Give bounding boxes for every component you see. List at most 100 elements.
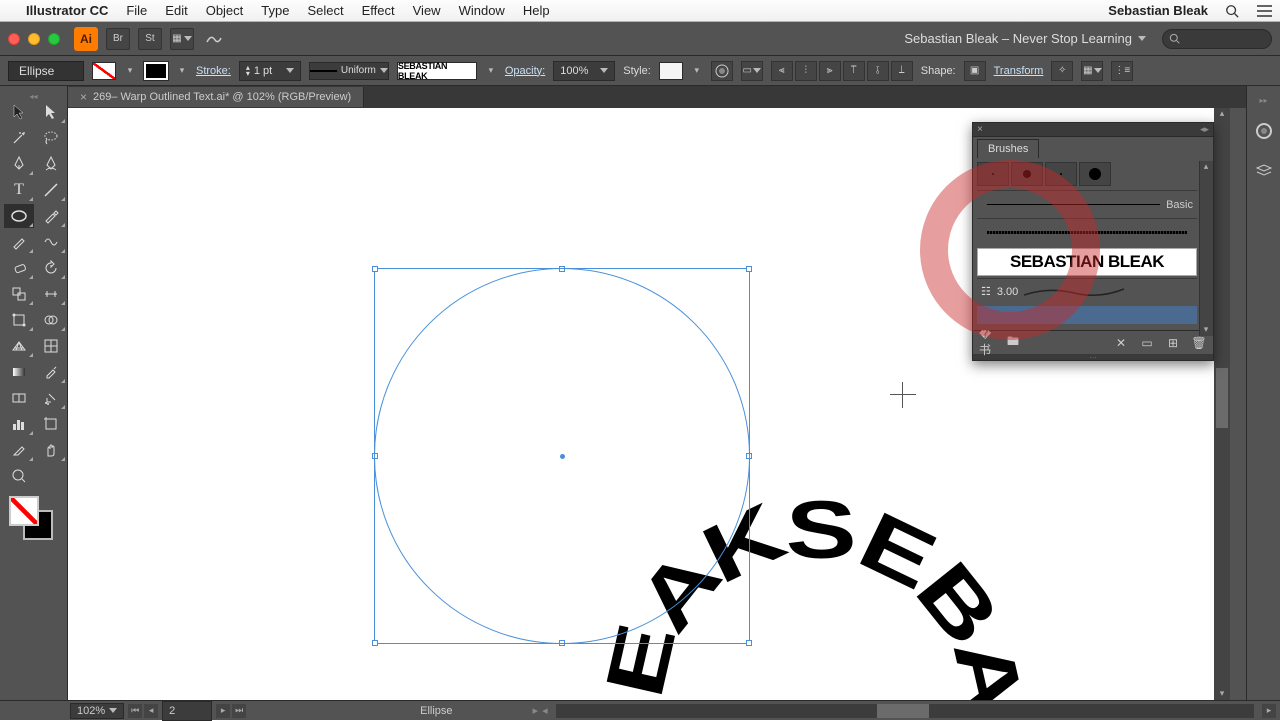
brush-dropdown-icon[interactable]: ▾	[485, 65, 497, 76]
last-artboard-button[interactable]: ⏭	[232, 704, 246, 718]
artboard-tool[interactable]	[36, 412, 66, 436]
spotlight-icon[interactable]	[1224, 3, 1240, 19]
search-field[interactable]	[1162, 29, 1272, 49]
delete-brush-icon[interactable]: 🗑	[1191, 335, 1207, 351]
menu-object[interactable]: Object	[206, 3, 244, 18]
workspace-name[interactable]: Sebastian Bleak – Never Stop Learning	[904, 31, 1132, 46]
minimize-window-button[interactable]	[28, 33, 40, 45]
pencil-tool[interactable]	[4, 230, 34, 254]
close-tab-icon[interactable]: ×	[80, 90, 87, 104]
menu-file[interactable]: File	[126, 3, 147, 18]
fullscreen-window-button[interactable]	[48, 33, 60, 45]
perspective-tool[interactable]	[4, 334, 34, 358]
text-art-brush[interactable]: SEBASTIAN BLEAK	[977, 248, 1197, 276]
panel-scroll-up-icon[interactable]: ▴	[1200, 161, 1212, 173]
align-bottom-button[interactable]: ⟘	[891, 61, 913, 81]
libraries-menu-icon[interactable]: 🖿	[1005, 335, 1021, 351]
user-name[interactable]: Sebastian Bleak	[1108, 3, 1208, 18]
menu-type[interactable]: Type	[261, 3, 289, 18]
gradient-tool[interactable]	[4, 360, 34, 384]
eyedropper-tool[interactable]	[36, 360, 66, 384]
stroke-swatch[interactable]	[144, 62, 168, 80]
selected-brush-row[interactable]	[977, 306, 1197, 324]
align-top-button[interactable]: ⟙	[843, 61, 865, 81]
stock-button[interactable]: St	[138, 28, 162, 50]
hand-tool[interactable]	[36, 438, 66, 462]
recolor-button[interactable]	[711, 61, 733, 81]
panel-scrollbar[interactable]: ▴ ▾	[1199, 161, 1213, 336]
menu-select[interactable]: Select	[307, 3, 343, 18]
selection-handle[interactable]	[372, 266, 378, 272]
free-transform-tool[interactable]	[4, 308, 34, 332]
fill-swatch[interactable]	[92, 62, 116, 80]
more-options-button[interactable]: ⋮≡	[1111, 61, 1133, 81]
panel-close-icon[interactable]: ×	[977, 124, 983, 135]
selection-tool[interactable]	[4, 100, 34, 124]
pen-tool[interactable]	[4, 152, 34, 176]
selection-handle[interactable]	[746, 266, 752, 272]
brush-tip-1[interactable]	[977, 162, 1009, 186]
fill-color-swatch[interactable]	[9, 496, 39, 526]
magic-wand-tool[interactable]	[4, 126, 34, 150]
align-right-button[interactable]: ⫸	[819, 61, 841, 81]
horizontal-scrollbar[interactable]	[556, 704, 1254, 718]
slice-tool[interactable]	[4, 438, 34, 462]
gpu-button[interactable]	[202, 28, 226, 50]
artwork[interactable]: SEBASTIANBLEAK	[318, 168, 818, 668]
prev-artboard-button[interactable]: ◂	[144, 704, 158, 718]
panel-scroll-down-icon[interactable]: ▾	[1200, 324, 1212, 336]
curvature-tool[interactable]	[36, 152, 66, 176]
opacity-field[interactable]: 100%	[553, 61, 615, 81]
paintbrush-tool[interactable]	[36, 204, 66, 228]
next-artboard-button[interactable]: ▸	[216, 704, 230, 718]
panel-collapse-icon[interactable]: ◂▸	[1200, 124, 1209, 135]
column-graph-tool[interactable]	[4, 412, 34, 436]
artboard-number-field[interactable]: 2	[162, 701, 212, 721]
menu-help[interactable]: Help	[523, 3, 550, 18]
align-left-button[interactable]: ⫷	[771, 61, 793, 81]
selection-handle[interactable]	[746, 640, 752, 646]
arrange-docs-button[interactable]: ▦	[170, 28, 194, 50]
blend-tool[interactable]	[4, 386, 34, 410]
scroll-up-arrow[interactable]: ▴	[1216, 108, 1228, 120]
bridge-button[interactable]: Br	[106, 28, 130, 50]
shape-builder-tool[interactable]	[36, 308, 66, 332]
type-tool[interactable]: T	[4, 178, 34, 202]
vertical-scrollbar[interactable]: ▴ ▾	[1214, 108, 1230, 700]
remove-stroke-icon[interactable]: ✕	[1113, 335, 1129, 351]
menu-window[interactable]: Window	[459, 3, 505, 18]
scale-tool[interactable]	[4, 282, 34, 306]
graphic-style-swatch[interactable]	[659, 62, 683, 80]
brush-tip-3[interactable]	[1045, 162, 1077, 186]
zoom-tool[interactable]	[4, 464, 34, 488]
shaper-tool[interactable]	[36, 230, 66, 254]
isolate-button[interactable]: ✧	[1051, 61, 1073, 81]
status-menu-icon[interactable]: ▸	[533, 704, 539, 717]
shape-options-button[interactable]: ▣	[964, 61, 986, 81]
scroll-right-arrow[interactable]: ▸	[1262, 704, 1276, 718]
line-tool[interactable]	[36, 178, 66, 202]
stroke-profile-dropdown[interactable]: Uniform	[309, 62, 389, 80]
edit-button[interactable]: ▦	[1081, 61, 1103, 81]
mesh-tool[interactable]	[36, 334, 66, 358]
brush-size-value[interactable]: 3.00	[997, 286, 1018, 298]
workspace-dropdown-icon[interactable]	[1138, 36, 1146, 41]
brush-tip-4[interactable]	[1079, 162, 1111, 186]
first-artboard-button[interactable]: ⏮	[128, 704, 142, 718]
scroll-down-arrow[interactable]: ▾	[1216, 688, 1228, 700]
ellipse-tool[interactable]	[4, 204, 34, 228]
panel-resize-grip[interactable]: ⋯	[973, 354, 1213, 360]
style-dropdown-icon[interactable]: ▾	[691, 65, 703, 76]
horizontal-scroll-thumb[interactable]	[877, 704, 929, 718]
align-middle-button[interactable]: ⫱	[867, 61, 889, 81]
app-name[interactable]: Illustrator CC	[26, 3, 108, 18]
vertical-scroll-thumb[interactable]	[1216, 368, 1228, 428]
zoom-field[interactable]: 102%	[70, 703, 124, 719]
eraser-tool[interactable]	[4, 256, 34, 280]
transform-link[interactable]: Transform	[994, 65, 1044, 77]
new-brush-icon[interactable]: ⊞	[1165, 335, 1181, 351]
align-center-h-button[interactable]: ⫶	[795, 61, 817, 81]
width-tool[interactable]	[36, 282, 66, 306]
menu-edit[interactable]: Edit	[165, 3, 187, 18]
color-panel-icon[interactable]	[1253, 120, 1275, 142]
